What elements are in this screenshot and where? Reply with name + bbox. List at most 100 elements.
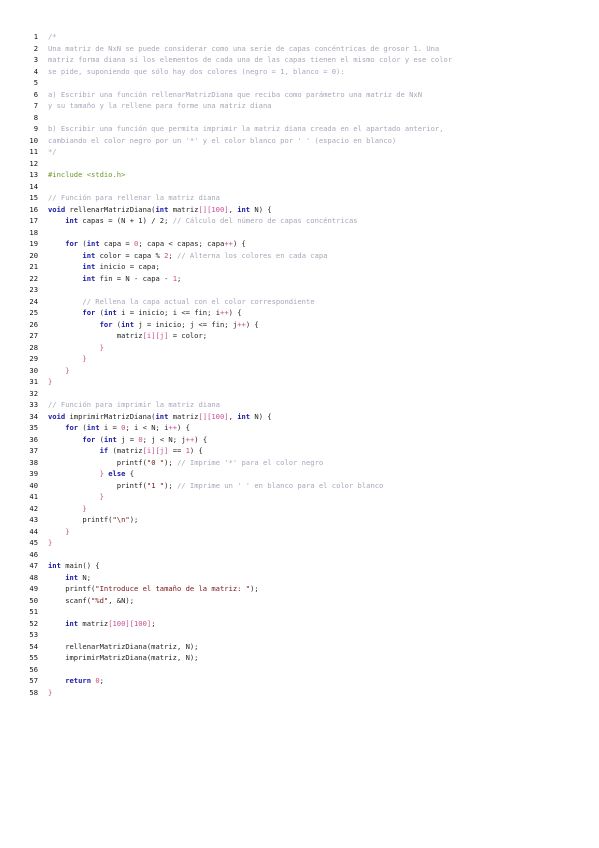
line-number: 53 [29, 630, 38, 639]
code-line: 13 #include <stdio.h> [0, 169, 599, 181]
code-text: } [38, 342, 104, 354]
code-token: */ [48, 147, 57, 156]
code-line: 50 scanf("%d", &N); [0, 595, 599, 607]
code-line: 38 printf("0 "); // Imprime '*' para el … [0, 457, 599, 469]
code-token: for [99, 319, 113, 329]
code-token: ); [129, 515, 139, 524]
code-token: ( [78, 239, 87, 248]
code-line: 36 for (int j = 0; j < N; j++) { [0, 434, 599, 446]
code-line: 45} [0, 537, 599, 549]
line-number: 50 [29, 595, 38, 605]
code-text: int matriz[100][100]; [38, 618, 155, 630]
code-token: ) { [232, 239, 246, 248]
line-number: 23 [29, 285, 38, 294]
code-token: "\n" [112, 515, 130, 524]
code-text: a) Escribir una función rellenarMatrizDi… [38, 89, 422, 101]
line-number: 43 [29, 515, 38, 524]
code-text: y su tamaño y la rellene para forme una … [38, 100, 272, 112]
line-number: 5 [33, 78, 38, 87]
line-number: 22 [29, 273, 38, 283]
code-line: 28 } [0, 342, 599, 354]
code-text: } [38, 491, 104, 503]
code-line: 52 int matriz[100][100]; [0, 618, 599, 630]
code-token: int [48, 561, 61, 570]
code-line: 56 [0, 664, 599, 676]
line-number: 28 [29, 342, 38, 352]
code-token: printf( [48, 457, 147, 467]
code-token: rellenarMatrizDiana(matriz, N); [48, 641, 199, 651]
code-token: void [48, 204, 66, 214]
code-token: capas = (N + 1) / 2; [78, 216, 173, 225]
code-token: ; [168, 250, 178, 260]
line-number: 55 [29, 653, 38, 662]
line-number: 51 [29, 607, 38, 616]
code-line: 27 matriz[i][j] = color; [0, 330, 599, 342]
code-text: rellenarMatrizDiana(matriz, N); [38, 641, 198, 653]
code-text: for (int capa = 0; capa < capas; capa++)… [38, 238, 246, 250]
code-line: 47 int main() { [0, 560, 599, 572]
code-token: int [65, 572, 79, 582]
code-line: 2 Una matriz de NxN se puede considerar c… [0, 43, 599, 55]
line-number: 15 [29, 193, 38, 202]
line-number: 10 [29, 135, 38, 145]
code-line: 37 if (matriz[i][j] == 1) { [0, 445, 599, 457]
code-token: } [82, 354, 87, 363]
code-line: 11 */ [0, 146, 599, 158]
code-token: int [82, 273, 96, 283]
code-text: return 0; [38, 675, 104, 687]
code-token: ++ [224, 239, 233, 248]
code-token: [100][100] [108, 618, 152, 628]
code-token: matriz [168, 411, 199, 421]
code-token: j = [116, 434, 139, 444]
code-token: int [237, 204, 251, 214]
code-token: inicio = capa; [95, 262, 160, 271]
code-token: int [82, 250, 96, 260]
code-text: // Función para rellenar la matriz diana [38, 192, 220, 204]
code-token: [i][j] [142, 331, 169, 340]
code-token: capa = [99, 239, 135, 248]
code-line: 8 [0, 112, 599, 124]
code-token: // Cálculo del número de capas concéntri… [172, 216, 358, 225]
line-number: 25 [29, 308, 38, 317]
code-token: // Función para imprimir la matriz diana [48, 400, 220, 409]
code-text: } [38, 503, 86, 515]
code-token: ; [99, 676, 104, 685]
code-text: /* [38, 31, 57, 43]
line-number: 37 [29, 446, 38, 455]
code-token: for [65, 423, 79, 432]
code-text: int N; [38, 572, 91, 584]
code-line: 4 se pide, suponiendo que sólo hay dos co… [0, 66, 599, 78]
code-token: } [48, 377, 53, 386]
code-token: i = inicio; i <= fin; i [116, 308, 221, 317]
code-text: printf("0 "); // Imprime '*' para el col… [38, 457, 323, 469]
code-token: N; [78, 572, 92, 582]
code-token: , &N); [108, 595, 134, 605]
code-token: ( [78, 423, 87, 432]
code-text: Una matriz de NxN se puede considerar co… [38, 43, 439, 55]
code-line: 17 int capas = (N + 1) / 2; // Cálculo d… [0, 215, 599, 227]
code-text: */ [38, 146, 57, 158]
code-token: [][100] [198, 204, 229, 214]
line-number: 45 [29, 538, 38, 547]
line-number: 20 [29, 250, 38, 260]
line-number: 18 [29, 227, 38, 237]
code-text: printf("\n"); [38, 514, 138, 526]
code-token: [][100] [198, 411, 229, 421]
code-token: } [48, 538, 53, 547]
code-line: 29 } [0, 353, 599, 365]
code-line: 18 [0, 227, 599, 239]
code-token: } [65, 365, 70, 375]
code-token: "1 " [146, 480, 165, 490]
code-line: 12 [0, 158, 599, 170]
code-text: for (int i = 0; i < N; i++) { [38, 422, 190, 434]
code-line: 3 matriz forma diana si los elementos de … [0, 54, 599, 66]
